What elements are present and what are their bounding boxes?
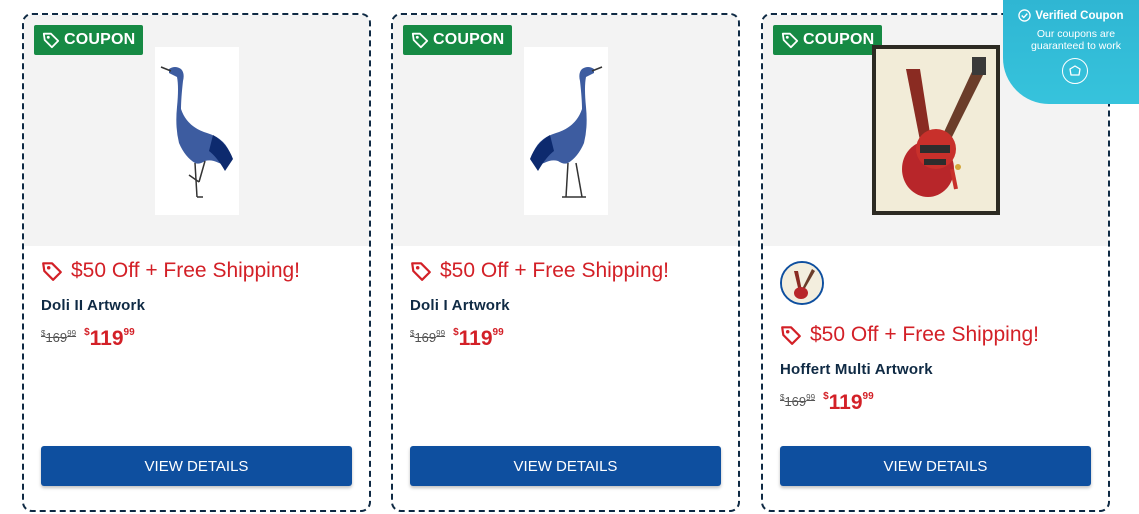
price-row: $16999 $11999 [780, 391, 874, 415]
offer-text: $50 Off + Free Shipping! [780, 323, 1039, 347]
verified-line-2: guaranteed to work [1031, 40, 1121, 52]
offer-text: $50 Off + Free Shipping! [410, 259, 669, 283]
tag-icon [411, 32, 429, 49]
coupon-badge-label: COUPON [64, 31, 136, 48]
product-thumbnail[interactable] [780, 261, 824, 305]
sale-price: $11999 [823, 391, 874, 414]
original-price: $16999 [780, 393, 816, 409]
tag-icon [42, 32, 60, 49]
view-details-button[interactable]: VIEW DETAILS [410, 446, 721, 486]
sale-price: $11999 [453, 327, 504, 350]
coupon-badge: COUPON [403, 25, 513, 55]
coupon-badge-label: COUPON [803, 31, 875, 48]
coupon-badge-label: COUPON [433, 31, 505, 48]
product-name[interactable]: Doli I Artwork [410, 297, 510, 314]
coupon-card: COUPON $50 Off + Free Shipping! Doli II … [22, 13, 371, 512]
sale-price: $11999 [84, 327, 135, 350]
offer-text: $50 Off + Free Shipping! [41, 259, 300, 283]
verified-coupon-banner: Verified Coupon Our coupons are guarante… [1003, 0, 1139, 104]
coupon-badge: COUPON [34, 25, 144, 55]
check-circle-icon [1018, 9, 1032, 22]
price-row: $16999 $11999 [410, 327, 504, 351]
offer-label: $50 Off + Free Shipping! [71, 259, 301, 282]
tag-icon [781, 32, 799, 49]
coupon-badge: COUPON [773, 25, 883, 55]
tag-icon [411, 262, 431, 281]
verified-description: Our coupons are guaranteed to work [1003, 28, 1139, 52]
tag-icon [781, 326, 801, 345]
coupon-page: COUPON $50 Off + Free Shipping! Doli II … [0, 0, 1139, 514]
shield-icon [1062, 58, 1088, 84]
tag-icon [42, 262, 62, 281]
crane-artwork-image[interactable] [523, 47, 608, 215]
product-image-area[interactable]: COUPON [393, 15, 738, 246]
original-price: $16999 [410, 329, 446, 345]
verified-line-1: Our coupons are [1036, 28, 1116, 40]
verified-title-label: Verified Coupon [1035, 9, 1124, 22]
price-row: $16999 $11999 [41, 327, 135, 351]
view-details-button[interactable]: VIEW DETAILS [780, 446, 1091, 486]
product-name[interactable]: Hoffert Multi Artwork [780, 361, 933, 378]
view-details-button[interactable]: VIEW DETAILS [41, 446, 352, 486]
coupon-card: COUPON $50 Off + Free Shipping! Doli I A… [391, 13, 740, 512]
offer-label: $50 Off + Free Shipping! [440, 259, 670, 282]
crane-artwork-image[interactable] [154, 47, 239, 215]
offer-label: $50 Off + Free Shipping! [810, 323, 1040, 346]
product-image-area[interactable]: COUPON [24, 15, 369, 246]
product-name[interactable]: Doli II Artwork [41, 297, 145, 314]
original-price: $16999 [41, 329, 77, 345]
guitar-artwork-image[interactable] [871, 45, 1000, 215]
verified-title: Verified Coupon [1003, 9, 1139, 22]
